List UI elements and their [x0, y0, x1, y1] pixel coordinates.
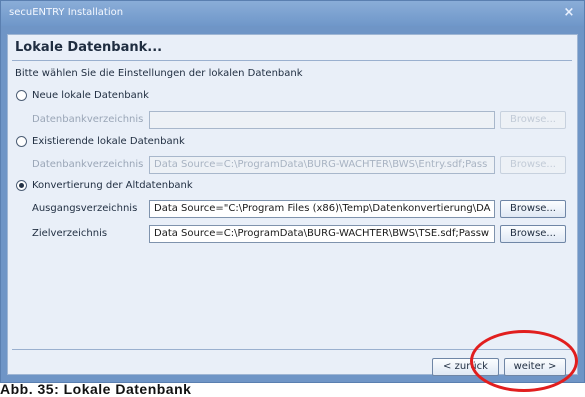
- radio-button-existing-database[interactable]: [16, 136, 27, 147]
- wizard-panel: Lokale Datenbank... Bitte wählen Sie die…: [7, 34, 578, 376]
- target-directory-label: Zielverzeichnis: [32, 228, 108, 239]
- new-db-directory-label: Datenbankverzeichnis: [32, 114, 144, 125]
- figure-caption: Abb. 35: Lokale Datenbank: [0, 381, 192, 397]
- radio-existing-database[interactable]: Existierende lokale Datenbank: [16, 136, 185, 147]
- radio-button-new-database[interactable]: [16, 90, 27, 101]
- existing-db-directory-input[interactable]: Data Source=C:\ProgramData\BURG-WACHTER\…: [149, 156, 495, 174]
- source-directory-input[interactable]: Data Source="C:\Program Files (x86)\Temp…: [149, 200, 495, 218]
- source-directory-label: Ausgangsverzeichnis: [32, 203, 138, 214]
- radio-label-convert-legacy: Konvertierung der Altdatenbank: [32, 180, 193, 191]
- radio-convert-legacy-database[interactable]: Konvertierung der Altdatenbank: [16, 180, 193, 191]
- new-db-directory-input[interactable]: [149, 111, 495, 129]
- source-browse-button[interactable]: Browse...: [500, 200, 566, 218]
- instruction-text: Bitte wählen Sie die Einstellungen der l…: [15, 68, 303, 79]
- page-title: Lokale Datenbank...: [15, 40, 163, 55]
- window-title: secuENTRY Installation: [9, 7, 124, 18]
- annotation-circle: [470, 330, 578, 392]
- title-bar: secuENTRY Installation ×: [1, 1, 584, 26]
- radio-label-existing-database: Existierende lokale Datenbank: [32, 136, 185, 147]
- close-icon[interactable]: ×: [562, 6, 576, 20]
- header-divider: [12, 60, 572, 61]
- existing-db-browse-button[interactable]: Browse...: [500, 156, 566, 174]
- radio-button-convert-legacy[interactable]: [16, 180, 27, 191]
- radio-new-database[interactable]: Neue lokale Datenbank: [16, 90, 149, 101]
- existing-db-directory-label: Datenbankverzeichnis: [32, 159, 144, 170]
- radio-label-new-database: Neue lokale Datenbank: [32, 90, 149, 101]
- installer-window: secuENTRY Installation × Lokale Datenban…: [0, 0, 585, 383]
- new-db-browse-button[interactable]: Browse...: [500, 111, 566, 129]
- target-browse-button[interactable]: Browse...: [500, 225, 566, 243]
- target-directory-input[interactable]: Data Source=C:\ProgramData\BURG-WACHTER\…: [149, 225, 495, 243]
